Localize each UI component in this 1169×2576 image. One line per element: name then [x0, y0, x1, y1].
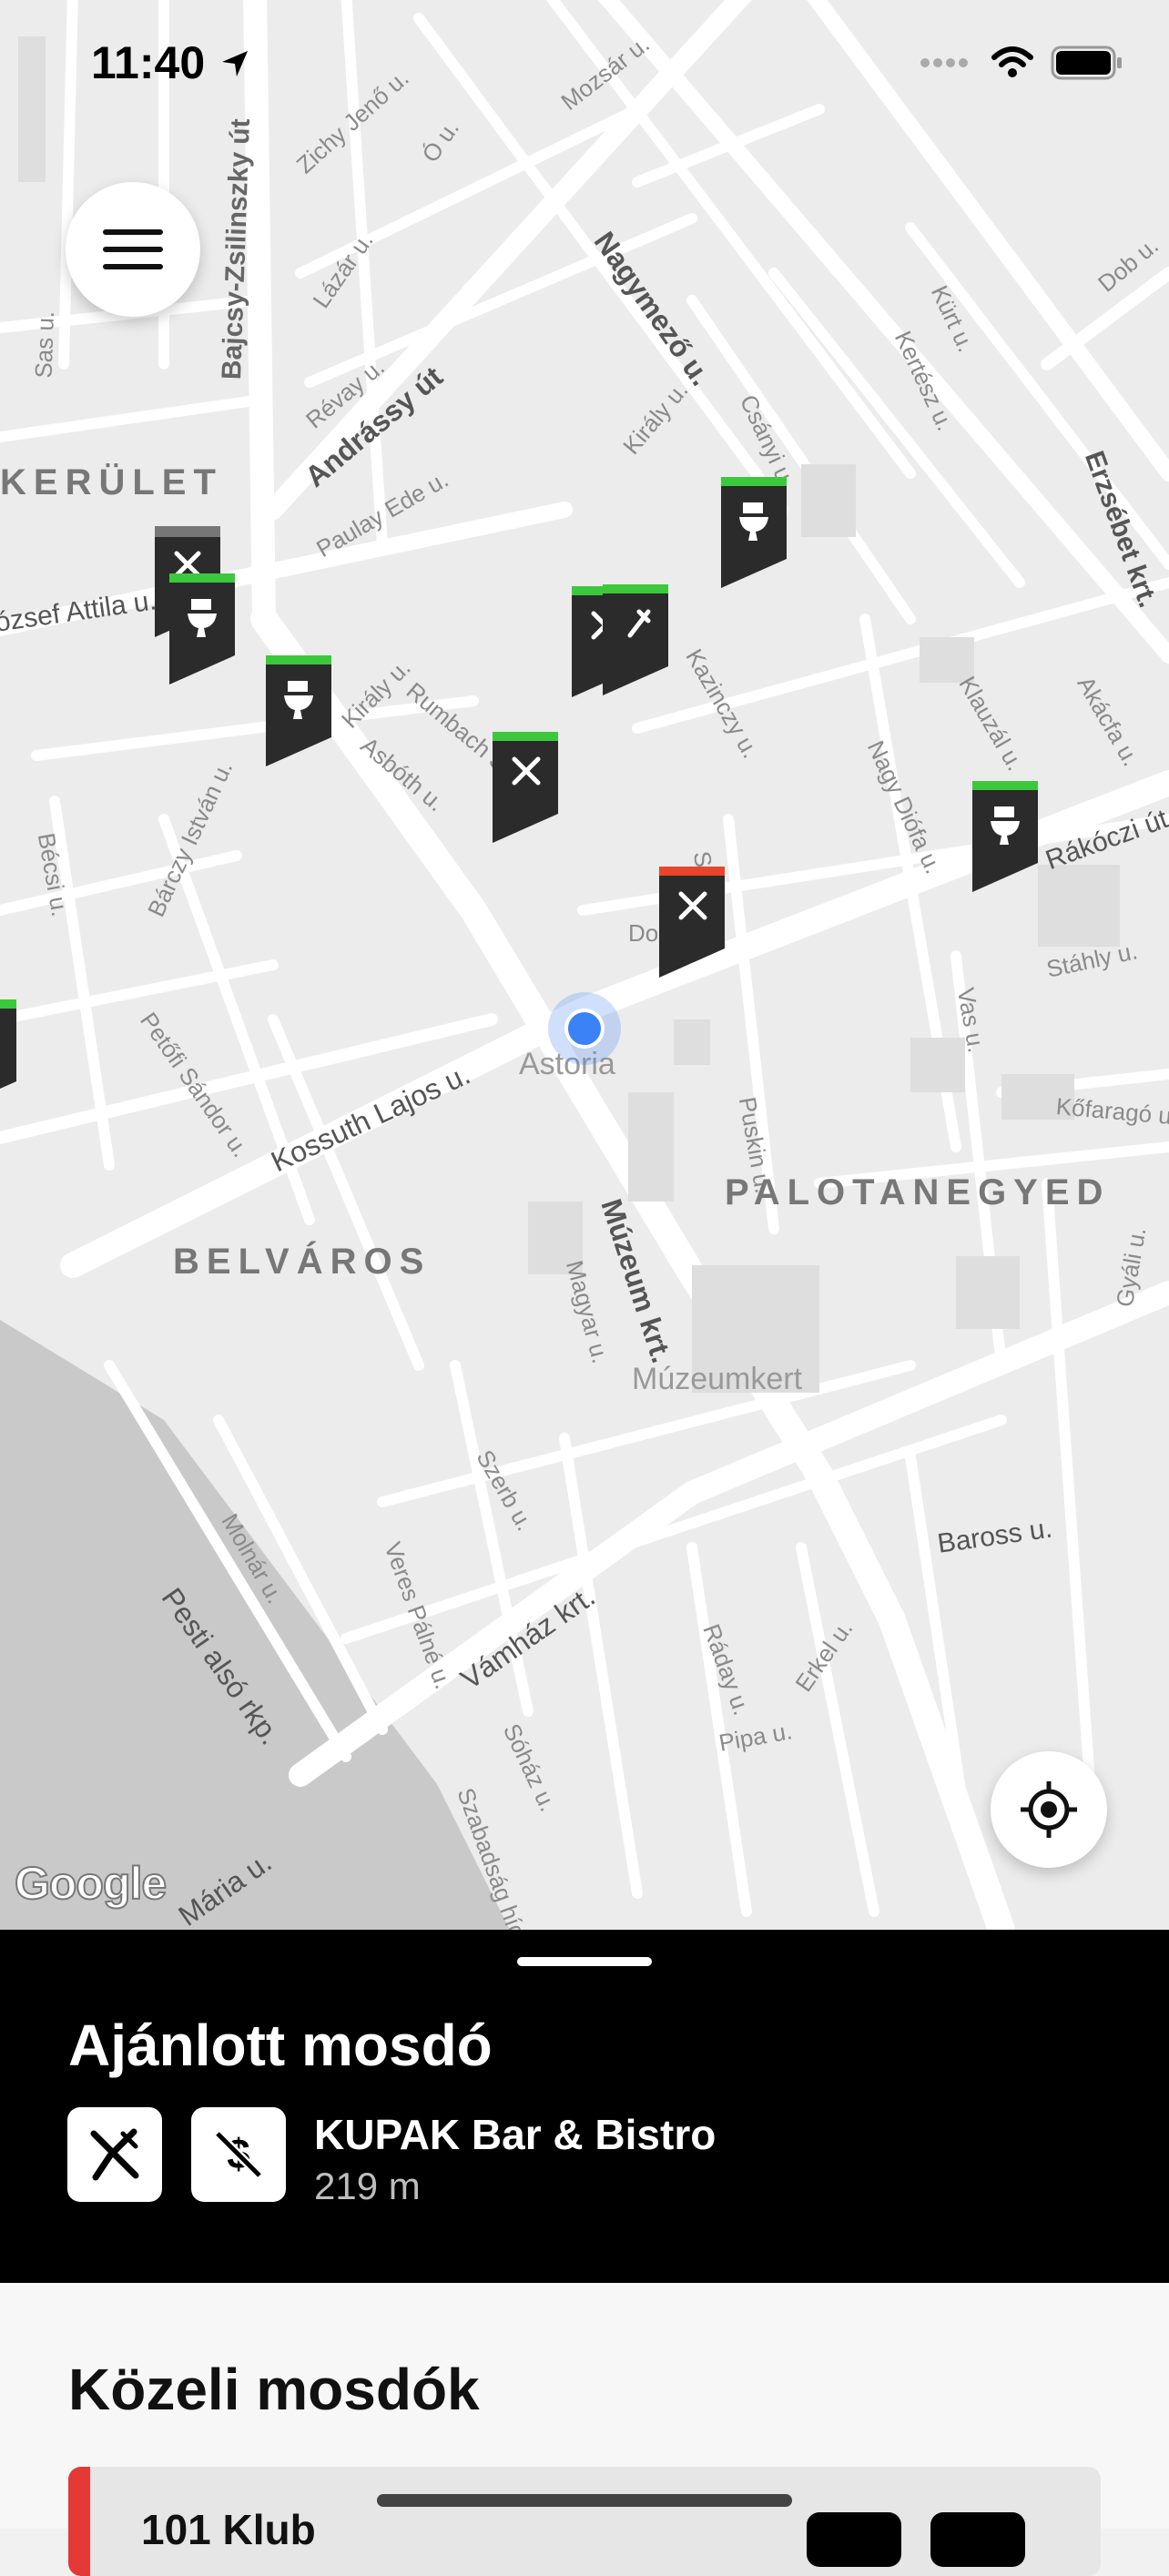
locate-me-button[interactable] — [991, 1751, 1107, 1868]
place-label-muzeumkert: Múzeumkert — [632, 1362, 803, 1396]
restaurant-marker-selected[interactable] — [659, 867, 725, 978]
status-time: 11:40 — [91, 37, 206, 88]
status-bar-red — [68, 2467, 90, 2576]
district-label-palotanegyed: PALOTANEGYED — [725, 1172, 1111, 1212]
status-indicators — [920, 46, 1123, 80]
sheet-handle[interactable] — [517, 1957, 652, 1966]
toilet-marker[interactable] — [972, 781, 1038, 892]
restaurant-marker[interactable] — [493, 732, 558, 843]
google-logo: Google — [14, 1857, 168, 1910]
restaurant-badge — [67, 2107, 162, 2202]
toilet-marker[interactable] — [0, 999, 16, 1111]
toilet-marker[interactable] — [266, 655, 331, 766]
hamburger-icon — [103, 229, 163, 269]
wifi-icon — [991, 46, 1033, 77]
recommended-sheet[interactable]: Ajánlott mosdó $ KUPAK Bar & Bistro 219 … — [0, 1930, 1169, 2283]
recommended-place-distance: 219 m — [314, 2165, 421, 2207]
restaurant-marker[interactable] — [603, 584, 668, 695]
district-label-belvaros: BELVÁROS — [173, 1242, 432, 1282]
signal-icon — [920, 58, 968, 67]
no-fee-badge: $ — [191, 2107, 286, 2202]
toilet-marker[interactable] — [169, 573, 235, 685]
restaurant-icon — [90, 2128, 139, 2181]
user-location-dot — [548, 992, 621, 1065]
sheet-title: Ajánlott mosdó — [68, 2013, 493, 2078]
nearby-section: Közeli mosdók 101 Klub — [0, 2283, 1169, 2576]
nearby-item-icon-1 — [807, 2512, 901, 2567]
nearby-item-name: 101 Klub — [141, 2506, 316, 2553]
crosshair-icon — [1021, 1781, 1077, 1838]
battery-icon — [1051, 46, 1122, 80]
recommended-place-name[interactable]: KUPAK Bar & Bistro — [314, 2110, 716, 2159]
nearby-item-icon-2 — [930, 2512, 1025, 2567]
street-label: Sas u. — [29, 310, 60, 380]
district-label-kerulet: KERÜLET — [0, 462, 223, 502]
menu-button[interactable] — [66, 182, 200, 317]
toilet-marker[interactable] — [721, 477, 787, 588]
no-fee-icon: $ — [214, 2130, 263, 2179]
status-bar: 11:40 — [0, 0, 1169, 127]
location-arrow-icon — [222, 51, 248, 76]
nearby-title: Közeli mosdók — [68, 2357, 480, 2422]
home-indicator — [377, 2494, 792, 2507]
